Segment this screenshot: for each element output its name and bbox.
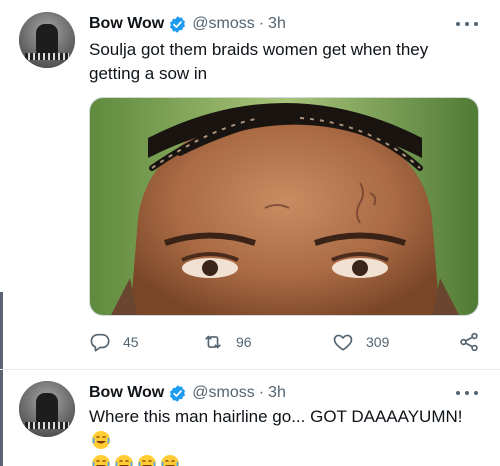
like-button[interactable]: 309 (332, 331, 389, 353)
share-button[interactable] (458, 331, 480, 353)
tweet[interactable]: Bow Wow @smoss · 3h Where this man hairl… (0, 371, 500, 466)
verified-badge-icon (170, 384, 186, 402)
author-handle[interactable]: @smoss (192, 383, 254, 403)
tweet-text-block: Where this man hairline go... GOT DAAAAY… (89, 405, 474, 466)
laughing-emoji-icon (115, 455, 133, 466)
tweet-actions: 45 96 309 (89, 331, 481, 355)
tweet-text: Where this man hairline go... GOT DAAAAY… (89, 407, 463, 426)
author-name[interactable]: Bow Wow (89, 383, 164, 403)
author-handle[interactable]: @smoss (192, 14, 254, 34)
tweet-header: Bow Wow @smoss · 3h (89, 14, 286, 34)
laughing-emoji-icon (92, 455, 110, 466)
retweet-icon (205, 335, 221, 349)
separator-dot: · (258, 384, 265, 401)
emoji-row (89, 454, 180, 466)
tweet-header: Bow Wow @smoss · 3h (89, 383, 286, 403)
like-icon (333, 334, 353, 351)
retweet-count: 96 (236, 334, 252, 350)
tweet-photo[interactable] (89, 97, 479, 316)
verified-badge-icon (170, 15, 186, 33)
more-icon[interactable] (456, 14, 478, 34)
avatar[interactable] (19, 12, 75, 68)
share-icon (460, 332, 478, 352)
timestamp[interactable]: 3h (268, 383, 286, 403)
separator-dot: · (258, 15, 265, 32)
more-icon[interactable] (456, 383, 478, 403)
tweet[interactable]: Bow Wow @smoss · 3h Soulja got them brai… (0, 0, 500, 370)
avatar[interactable] (19, 381, 75, 437)
retweet-button[interactable]: 96 (202, 331, 252, 353)
author-name[interactable]: Bow Wow (89, 14, 164, 34)
like-count: 309 (366, 334, 390, 350)
reply-button[interactable]: 45 (89, 331, 139, 353)
timestamp[interactable]: 3h (268, 14, 286, 34)
laughing-emoji-icon (161, 455, 179, 466)
reply-icon (90, 333, 110, 352)
laughing-emoji-icon (138, 455, 156, 466)
laughing-emoji-icon (92, 431, 110, 449)
tweet-text: Soulja got them braids women get when th… (89, 40, 429, 83)
reply-count: 45 (123, 334, 139, 350)
